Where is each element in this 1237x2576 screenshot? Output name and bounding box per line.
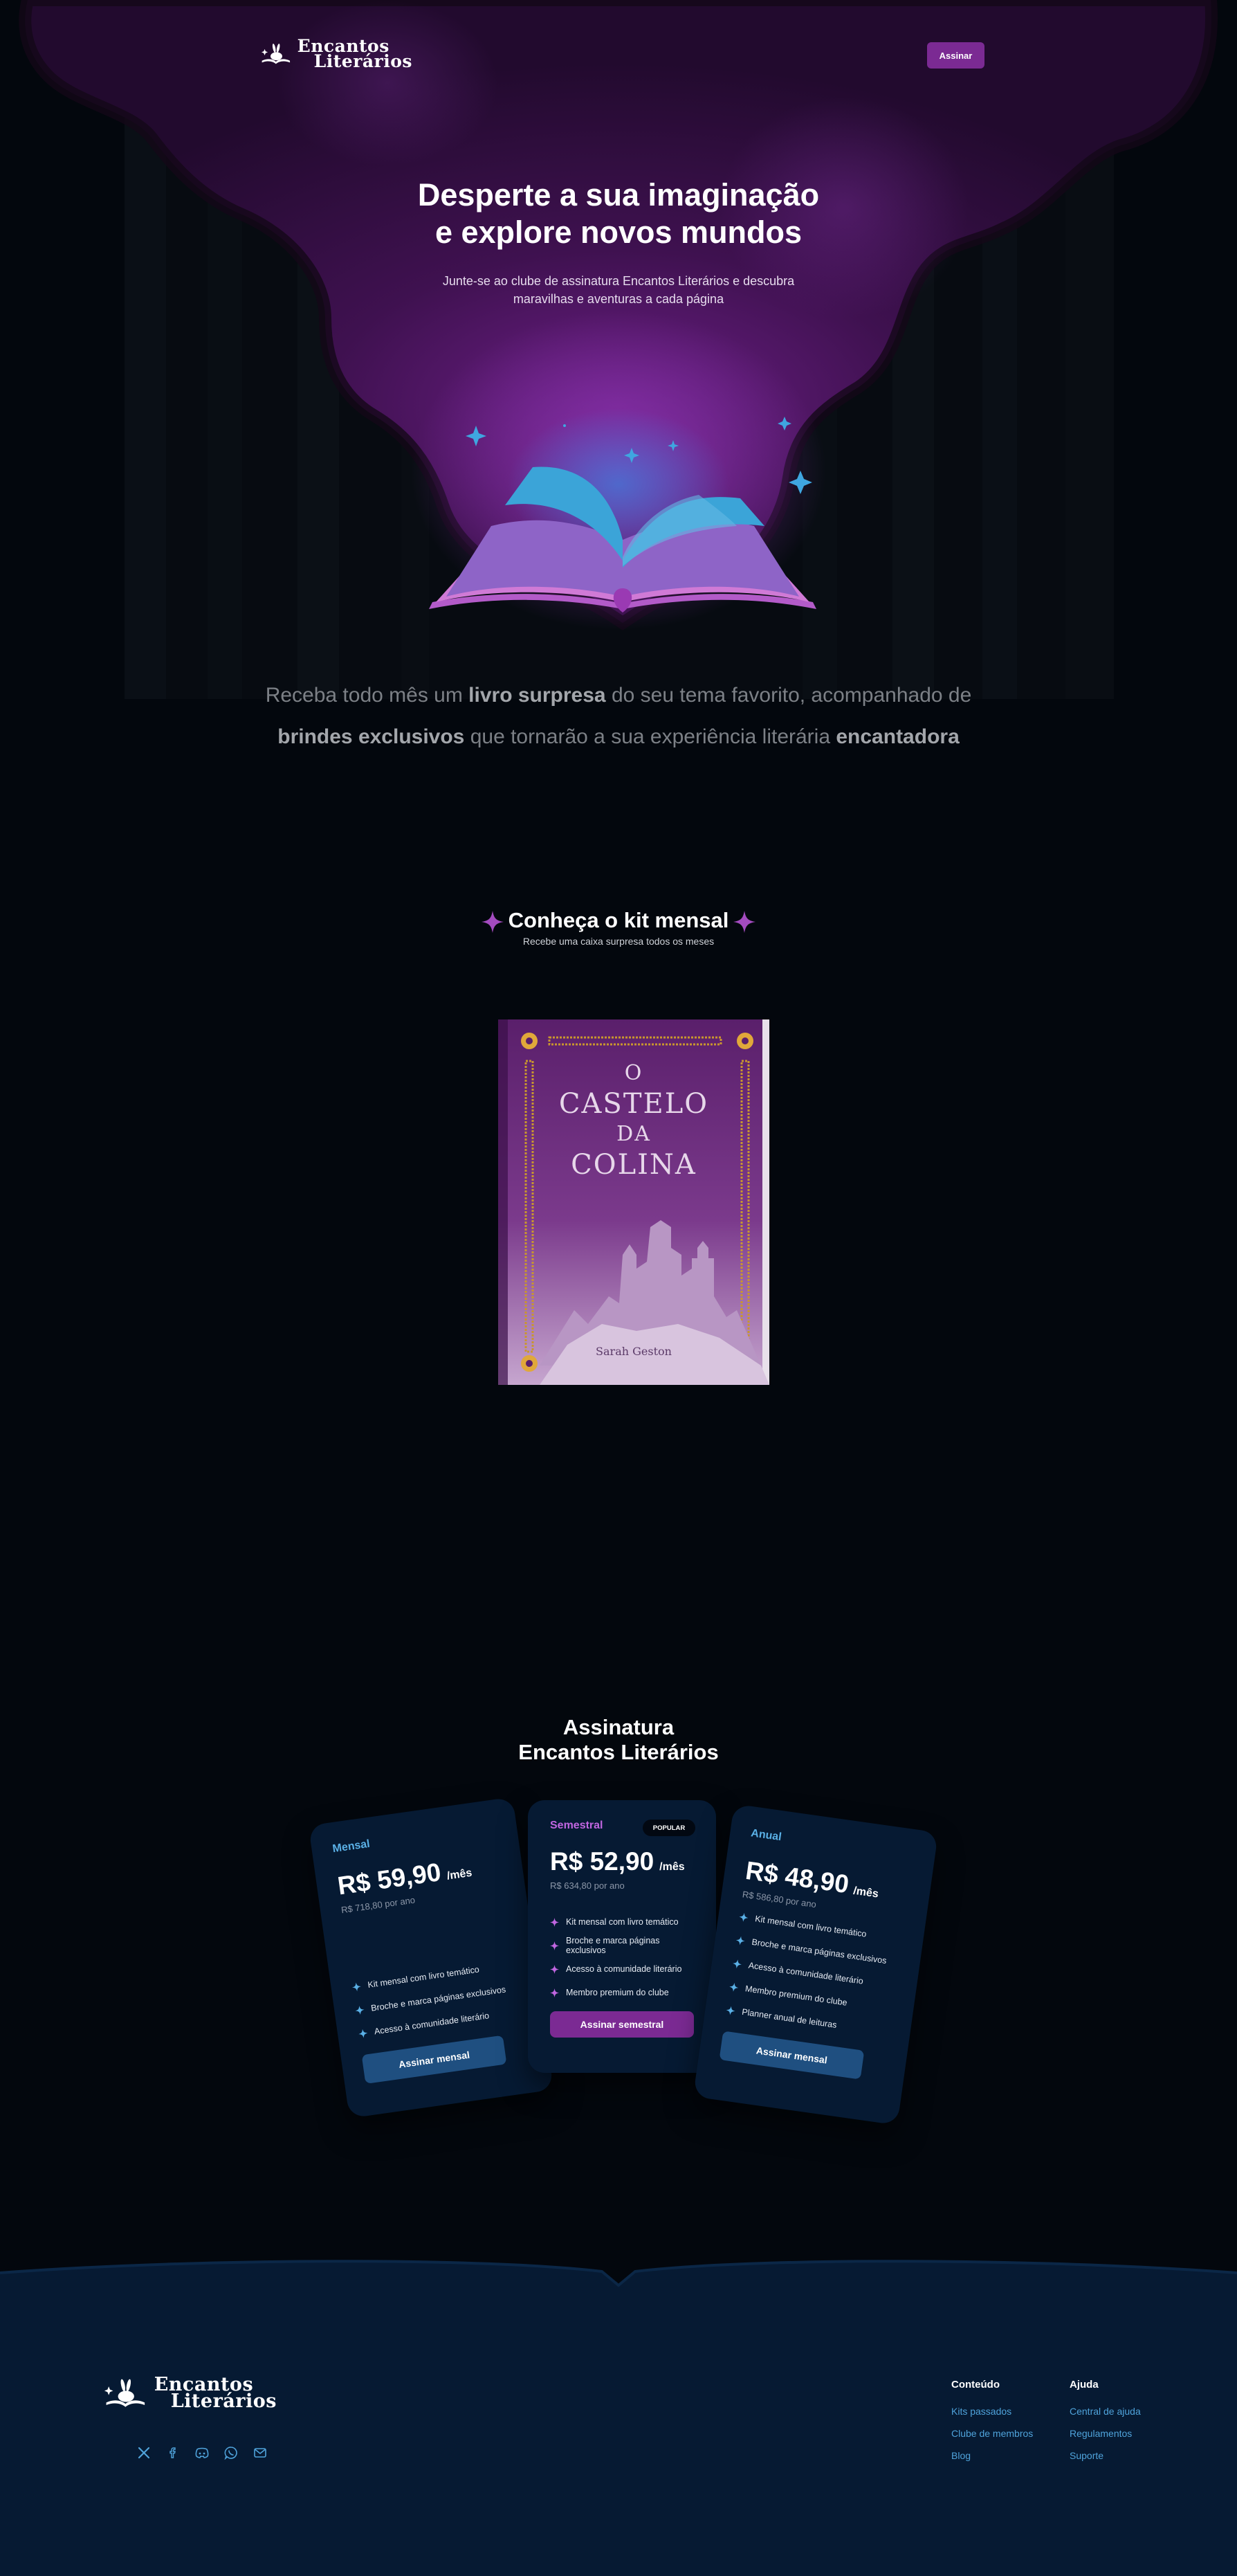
feature-label: Membro premium do clube <box>566 1988 669 1997</box>
feature-list: Kit mensal com livro temático Broche e m… <box>724 1905 904 2044</box>
price-period: /mês <box>446 1867 473 1883</box>
plan-card-monthly: Mensal R$ 59,90 /mês R$ 718,80 por ano K… <box>308 1797 554 2119</box>
intro-bold2: brindes exclusivos <box>277 725 465 748</box>
subscribe-semestral-button[interactable]: Assinar semestral <box>550 2011 694 2038</box>
feature-label: Kit mensal com livro temático <box>566 1917 679 1927</box>
intro-bold3: encantadora <box>836 725 960 748</box>
hero-subtitle-line1: Junte-se ao clube de assinatura Encantos… <box>442 274 795 288</box>
price-period: /mês <box>852 1885 879 1901</box>
feature-list: Kit mensal com livro temático Broche e m… <box>350 1952 523 2045</box>
social-links <box>136 2445 268 2461</box>
brand-name: Encantos Literários <box>297 37 412 71</box>
hero-subtitle-line2: maravilhas e aventuras a cada página <box>513 292 724 306</box>
sparkle-icon <box>355 2005 365 2015</box>
hero-title-line2: e explore novos mundos <box>434 215 803 250</box>
discord-icon[interactable] <box>194 2445 210 2461</box>
plan-card-semestral: Semestral POPULAR R$ 52,90 /mês R$ 634,8… <box>528 1800 716 2073</box>
whatsapp-icon[interactable] <box>223 2445 239 2461</box>
footer-link-suporte[interactable]: Suporte <box>1070 2449 1141 2471</box>
footer-link-blog[interactable]: Blog <box>951 2449 1033 2471</box>
sparkle-icon <box>358 2029 368 2038</box>
kit-book-cover: O CASTELO DA COLINA Sarah Geston <box>498 1019 769 1385</box>
feature-item: Broche e marca páginas exclusivos <box>550 1934 694 1957</box>
footer-column-help: Ajuda Central de ajuda Regulamentos Supo… <box>1070 2378 1141 2471</box>
subscribe-annual-button[interactable]: Assinar mensal <box>719 2031 865 2080</box>
book-title: O CASTELO DA COLINA <box>498 1058 769 1180</box>
footer-link-central-de-ajuda[interactable]: Central de ajuda <box>1070 2404 1141 2427</box>
facebook-icon[interactable] <box>165 2445 181 2461</box>
plan-card-annual: Anual R$ 48,90 /mês R$ 586,80 por ano Ki… <box>693 1804 939 2125</box>
footer: Encantos Literários Conteúdo Kits passad… <box>0 2258 1237 2576</box>
open-book-illustration <box>429 466 816 613</box>
feature-item: Kit mensal com livro temático <box>550 1910 694 1934</box>
pricing-title-line2: Encantos Literários <box>518 1740 719 1764</box>
kit-subtitle: Recebe uma caixa surpresa todos os meses <box>522 936 715 947</box>
book-title-line1: O <box>624 1061 643 1085</box>
x-icon[interactable] <box>136 2445 152 2461</box>
intro-bold1: livro surpresa <box>468 684 606 707</box>
book-title-line4: COLINA <box>571 1149 697 1181</box>
rabbit-book-icon <box>104 2379 145 2407</box>
sparkle-icon <box>351 1981 361 1991</box>
footer-background <box>0 2260 1237 2576</box>
book-title-line3: DA <box>616 1122 651 1146</box>
subscribe-button[interactable]: Assinar <box>927 42 984 69</box>
pricing-title-line1: Assinatura <box>562 1715 675 1739</box>
sparkle-icon <box>735 1936 745 1945</box>
intro-part1: Receba todo mês um <box>265 684 469 707</box>
mail-icon[interactable] <box>252 2445 268 2461</box>
brand-name-line2: Literários <box>170 2391 277 2412</box>
intro-text: Receba todo mês um livro surpresa do seu… <box>208 675 1029 758</box>
plan-name: Mensal <box>331 1838 371 1856</box>
sparkle-icon <box>739 1912 749 1922</box>
feature-label: Acesso à comunidade literário <box>566 1964 682 1974</box>
footer-column-content: Conteúdo Kits passados Clube de membros … <box>951 2378 1033 2471</box>
intro-part2: do seu tema favorito, acompanhado de <box>605 684 972 707</box>
sparkle-icon <box>550 1917 559 1927</box>
feature-item: Acesso à comunidade literário <box>550 1957 694 1981</box>
hero-subtitle: Junte-se ao clube de assinatura Encantos… <box>411 272 826 308</box>
feature-list: Kit mensal com livro temático Broche e m… <box>550 1910 694 2004</box>
sparkle-icon <box>729 1982 739 1992</box>
book-title-line2: CASTELO <box>558 1088 709 1120</box>
rabbit-book-icon <box>261 44 291 64</box>
brand-name-line2: Literários <box>313 51 412 71</box>
intro-part3: que tornarão a sua experiência literária <box>464 725 836 748</box>
popular-badge: POPULAR <box>643 1820 695 1836</box>
footer-link-clube-de-membros[interactable]: Clube de membros <box>951 2427 1033 2449</box>
price-period: /mês <box>659 1861 685 1873</box>
price-yearly: R$ 634,80 por ano <box>550 1880 625 1891</box>
hero-title-line1: Desperte a sua imaginação <box>417 177 820 212</box>
kit-heading: Conheça o kit mensal Recebe uma caixa su… <box>480 905 757 947</box>
feature-label: Broche e marca páginas exclusivos <box>566 1936 660 1955</box>
pricing-title: Assinatura Encantos Literários <box>411 1715 826 1765</box>
kit-title: Conheça o kit mensal <box>508 908 729 932</box>
price-value: R$ 52,90 <box>550 1847 654 1876</box>
brand-logo[interactable]: Encantos Literários <box>260 36 412 72</box>
book-author: Sarah Geston <box>596 1345 672 1358</box>
footer-link-kits-passados[interactable]: Kits passados <box>951 2404 1033 2427</box>
footer-brand-logo[interactable]: Encantos Literários <box>104 2374 277 2413</box>
plan-price: R$ 52,90 /mês <box>550 1847 694 1876</box>
feature-item: Membro premium do clube <box>550 1981 694 2004</box>
footer-column-title: Conteúdo <box>951 2379 1000 2391</box>
hero-section: Encantos Literários Assinar Desperte a s… <box>0 0 1237 699</box>
subscribe-monthly-button[interactable]: Assinar mensal <box>361 2035 507 2084</box>
hero-title: Desperte a sua imaginação e explore novo… <box>273 176 964 251</box>
sparkle-icon <box>550 1988 559 1997</box>
footer-brand-name: Encantos Literários <box>154 2375 277 2412</box>
footer-column-title: Ajuda <box>1070 2379 1099 2391</box>
footer-link-regulamentos[interactable]: Regulamentos <box>1070 2427 1141 2449</box>
plan-name: Anual <box>750 1827 782 1844</box>
sparkle-icon <box>550 1964 559 1974</box>
sparkle-icon <box>733 1959 742 1968</box>
sparkle-icon <box>733 911 755 933</box>
sparkle-icon <box>550 1941 559 1950</box>
sparkle-icon <box>726 2006 735 2015</box>
